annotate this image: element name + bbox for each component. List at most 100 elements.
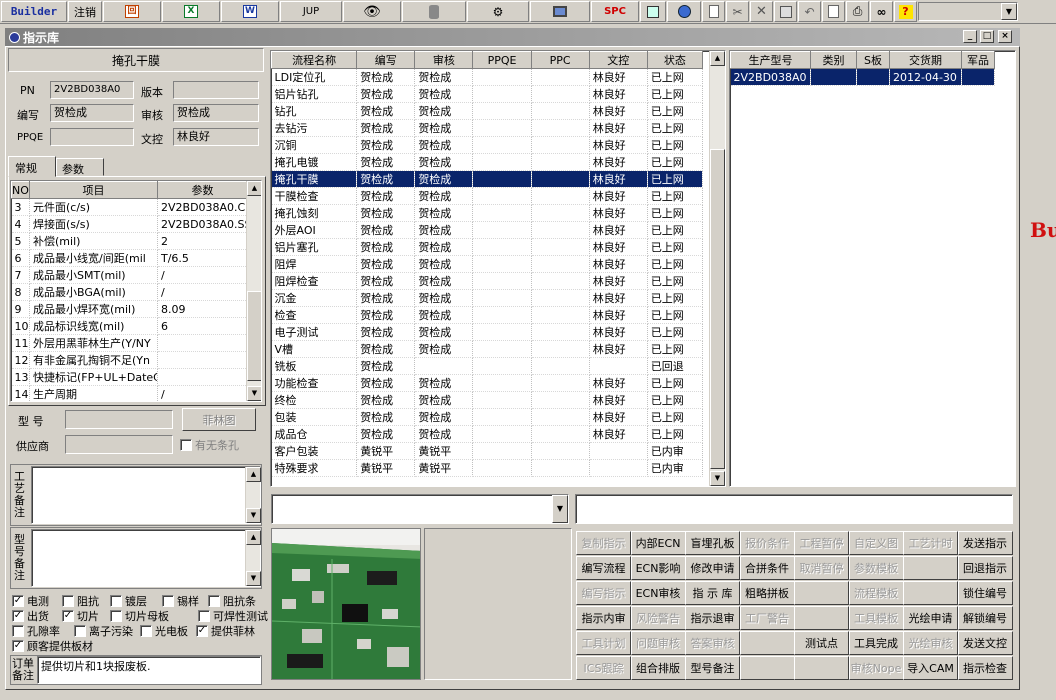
action-button[interactable]: 编写流程 (576, 556, 631, 580)
chevron-down-icon[interactable]: ▼ (1001, 3, 1017, 20)
action-button[interactable]: 问题审核 (630, 631, 686, 655)
action-button[interactable]: ECN审核 (630, 581, 686, 605)
model-col-header[interactable]: 交货期 (889, 51, 962, 69)
option-checkbox[interactable]: 光电板 (140, 623, 188, 639)
params-scrollbar[interactable]: ▲ ▼ (246, 181, 261, 401)
action-button[interactable]: 内部ECN (630, 531, 686, 555)
pn-field[interactable]: 2V2BD038A0 (50, 81, 134, 99)
action-button[interactable]: 复制指示 (576, 531, 631, 555)
scroll-down-icon[interactable]: ▼ (710, 471, 725, 486)
model-row[interactable]: 2V2BD038A0 2012-04-30 (730, 68, 995, 86)
action-button[interactable]: 审核Nope (848, 656, 904, 680)
action-button[interactable]: 指示退审 (685, 606, 740, 630)
action-button[interactable]: 回退指示 (957, 556, 1013, 580)
action-button[interactable]: 修改申请 (685, 556, 740, 580)
param-row[interactable]: 4 焊接面(s/s) 2V2BD038A0.SS (11, 215, 248, 233)
flow-row[interactable]: 功能检查 贺检成 贺检成 林良好 已上网 (271, 374, 704, 392)
toolbar-delete-button[interactable]: ✕ (750, 1, 773, 22)
flow-row[interactable]: V槽 贺检成 贺检成 林良好 已上网 (271, 340, 704, 358)
action-button[interactable]: 流程模板 (848, 581, 904, 605)
action-button[interactable]: 自定义图 (848, 531, 904, 555)
toolbar-excel-button[interactable]: X (162, 1, 220, 22)
action-button[interactable]: 合拼条件 (739, 556, 795, 580)
action-button[interactable]: 取消暂停 (794, 556, 849, 580)
action-button[interactable] (739, 656, 795, 680)
action-button[interactable]: 指 示 库 (685, 581, 740, 605)
action-button[interactable] (794, 606, 849, 630)
toolbar-jup-button[interactable]: JUP (280, 1, 342, 22)
toolbar-spc-button[interactable]: SPC (591, 1, 639, 22)
toolbar-undo-button[interactable]: ↶ (798, 1, 821, 22)
action-button[interactable]: 型号备注 (685, 656, 740, 680)
flow-row[interactable]: 钻孔 贺检成 贺检成 林良好 已上网 (271, 102, 704, 120)
scroll-up-icon[interactable]: ▲ (246, 530, 261, 545)
param-row[interactable]: 12 有非金属孔掏铜不足(Yn (11, 351, 248, 369)
toolbar-database-button[interactable] (402, 1, 466, 22)
option-checkbox[interactable]: 阻抗条 (208, 593, 256, 609)
flow-row[interactable]: 特殊要求 黄锐平 黄锐平 已内审 (271, 459, 704, 477)
flow-row[interactable]: 包装 贺检成 贺检成 林良好 已上网 (271, 408, 704, 426)
flow-col-header[interactable]: PPQE (472, 51, 532, 69)
order-note-input[interactable]: 提供切片和1块报废板. (37, 656, 261, 684)
scroll-up-icon[interactable]: ▲ (247, 181, 261, 196)
param-row[interactable]: 11 外层用黑菲林生产(Y/NY (11, 334, 248, 352)
flow-row[interactable]: 检查 贺检成 贺检成 林良好 已上网 (271, 306, 704, 324)
flow-row[interactable]: 掩孔电镀 贺检成 贺检成 林良好 已上网 (271, 153, 704, 171)
process-note-input[interactable]: ▲ ▼ (31, 466, 261, 524)
action-button[interactable]: 解锁编号 (957, 606, 1013, 630)
action-button[interactable]: 工具计划 (576, 631, 631, 655)
close-button[interactable]: × (998, 30, 1012, 43)
action-button[interactable] (739, 631, 795, 655)
flow-row[interactable]: 铝片钻孔 贺检成 贺检成 林良好 已上网 (271, 85, 704, 103)
option-checkbox[interactable]: 阻抗 (62, 593, 99, 609)
col-value[interactable]: 参数 (157, 181, 248, 199)
scroll-down-icon[interactable]: ▼ (246, 508, 261, 523)
col-item[interactable]: 项目 (29, 181, 158, 199)
action-button[interactable]: 编写指示 (576, 581, 631, 605)
flow-row[interactable]: 电子测试 贺检成 贺检成 林良好 已上网 (271, 323, 704, 341)
action-button[interactable]: 工程暂停 (794, 531, 849, 555)
strip-hole-checkbox[interactable]: 有无条孔 (180, 437, 239, 453)
model-col-header[interactable]: S板 (856, 51, 890, 69)
flow-row[interactable]: 客户包装 黄锐平 黄锐平 已内审 (271, 442, 704, 460)
action-button[interactable]: 工艺计时 (903, 531, 958, 555)
ppqe-field[interactable] (50, 128, 134, 146)
film-button[interactable]: 菲林图 (182, 408, 256, 431)
param-row[interactable]: 3 元件面(c/s) 2V2BD038A0.CS (11, 198, 248, 216)
toolbar-ie-button[interactable] (667, 1, 701, 22)
model-col-header[interactable]: 军品 (961, 51, 995, 69)
toolbar-word-button[interactable]: W (221, 1, 279, 22)
option-checkbox[interactable]: ✓ 出货 (12, 608, 49, 624)
param-row[interactable]: 10 成品标识线宽(mil) 6 (11, 317, 248, 335)
param-row[interactable]: 13 快捷标记(FP+UL+DateC/ (11, 368, 248, 386)
supplier-field[interactable] (65, 435, 173, 454)
version-field[interactable] (173, 81, 259, 99)
builder-app-button[interactable]: Builder (1, 1, 67, 22)
note-scrollbar[interactable]: ▲ ▼ (245, 530, 261, 586)
action-button[interactable]: 组合排版 (630, 656, 686, 680)
action-button[interactable]: 光绘审核 (903, 631, 958, 655)
flow-row[interactable]: 铣板 贺检成 已回退 (271, 357, 704, 375)
flow-row[interactable]: 干膜检查 贺检成 贺检成 林良好 已上网 (271, 187, 704, 205)
review-field[interactable]: 贺检成 (173, 104, 259, 122)
action-button[interactable]: 指示内审 (576, 606, 631, 630)
param-row[interactable]: 9 成品最小焊环宽(mil) 8.09 (11, 300, 248, 318)
action-button[interactable]: 答案审核 (685, 631, 740, 655)
toolbar-view-button[interactable]: 👁 (343, 1, 401, 22)
option-checkbox[interactable]: ✓ 电测 (12, 593, 49, 609)
toolbar-new-button[interactable] (702, 1, 725, 22)
action-button[interactable] (794, 656, 849, 680)
control-field[interactable]: 林良好 (173, 128, 259, 146)
logout-button[interactable]: 注销 (68, 1, 102, 22)
toolbar-cut-button[interactable]: ✂ (726, 1, 749, 22)
model-field[interactable] (65, 410, 173, 429)
param-row[interactable]: 8 成品最小BGA(mil) / (11, 283, 248, 301)
option-checkbox[interactable]: 镀层 (110, 593, 147, 609)
option-checkbox[interactable]: 切片母板 (110, 608, 169, 624)
scroll-up-icon[interactable]: ▲ (246, 467, 261, 482)
flow-row[interactable]: 阻焊 贺检成 贺检成 林良好 已上网 (271, 255, 704, 273)
editor-field[interactable]: 贺检成 (50, 104, 134, 122)
model-col-header[interactable]: 类别 (810, 51, 857, 69)
toolbar-help-button[interactable]: ? (894, 1, 917, 22)
flow-row[interactable]: 沉金 贺检成 贺检成 林良好 已上网 (271, 289, 704, 307)
